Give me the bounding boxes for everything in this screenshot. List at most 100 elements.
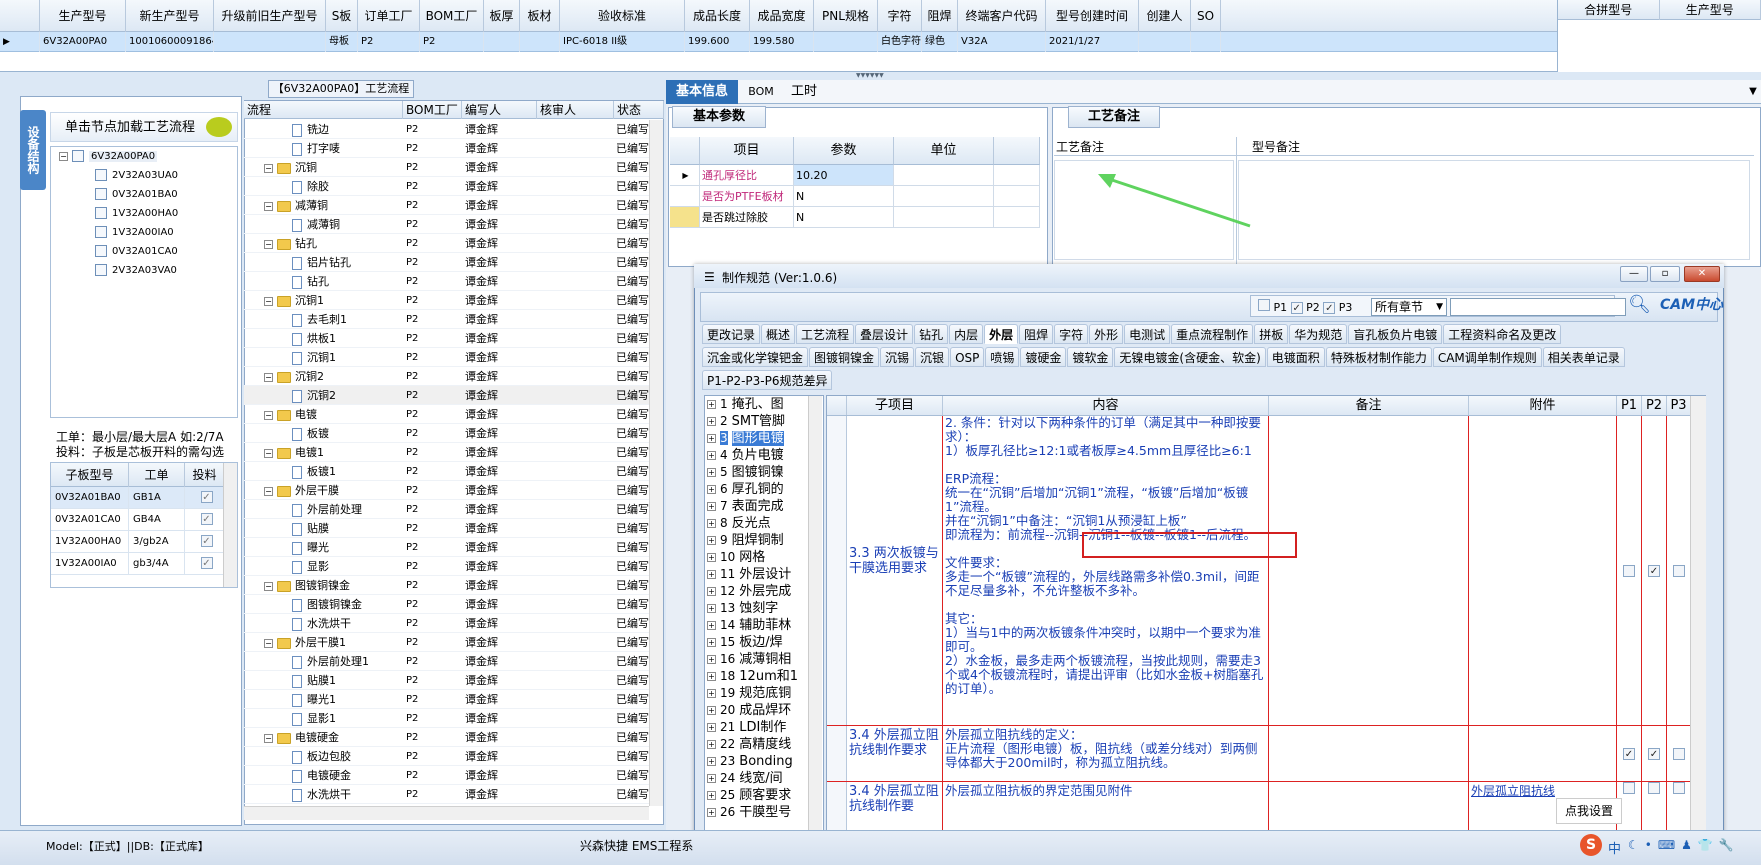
- status-cell[interactable]: 已编写: [614, 272, 649, 290]
- expand-icon[interactable]: +: [707, 808, 716, 817]
- chapter-item[interactable]: +16 减薄铜相: [705, 651, 823, 668]
- tree-node[interactable]: 0V32A01CA0: [51, 242, 237, 261]
- reviewer-cell[interactable]: [537, 538, 614, 556]
- category-tab[interactable]: 拼板: [1254, 324, 1289, 344]
- col-header[interactable]: 验收标准: [560, 0, 685, 32]
- reviewer-cell[interactable]: [537, 253, 614, 271]
- bom-factory-cell[interactable]: P2: [403, 481, 462, 499]
- chapter-item[interactable]: +26 干膜型号: [705, 804, 823, 821]
- writer-cell[interactable]: 谭金辉: [462, 196, 537, 214]
- chapter-item[interactable]: +25 顾客要求: [705, 787, 823, 804]
- process-name-cell[interactable]: 水洗烘干: [244, 785, 403, 803]
- writer-cell[interactable]: 谭金辉: [462, 120, 537, 138]
- bom-factory-cell[interactable]: P2: [403, 348, 462, 366]
- chapter-item[interactable]: +1 掩孔、图: [705, 396, 823, 413]
- bom-factory-cell[interactable]: P2: [403, 215, 462, 233]
- process-name-cell[interactable]: 板边包胶: [244, 747, 403, 765]
- reviewer-cell[interactable]: [537, 633, 614, 651]
- grid-cell[interactable]: 0V32A01CA0: [51, 508, 129, 531]
- grid-cell[interactable]: [520, 31, 560, 52]
- expand-icon[interactable]: +: [707, 536, 716, 545]
- content-cell[interactable]: 2. 条件：针对以下两种条件的订单（满足其中一种即按要求）： 1）板厚孔径比≥1…: [943, 416, 1269, 725]
- status-cell[interactable]: 已编写: [614, 728, 649, 746]
- tree-node[interactable]: 2V32A03UA0: [51, 166, 237, 185]
- process-name-cell[interactable]: 水洗烘干: [244, 614, 403, 632]
- collapse-icon[interactable]: −: [264, 638, 273, 648]
- writer-cell[interactable]: 谭金辉: [462, 367, 537, 385]
- expand-icon[interactable]: +: [707, 706, 716, 715]
- status-cell[interactable]: 已编写: [614, 253, 649, 271]
- grid-cell[interactable]: 白色字符: [878, 31, 922, 52]
- status-cell[interactable]: 已编写: [614, 785, 649, 803]
- col-header[interactable]: 核审人: [537, 100, 614, 119]
- process-row[interactable]: 除胶 P2 谭金辉 已编写: [244, 177, 649, 196]
- process-name-cell[interactable]: 曝光1: [244, 690, 403, 708]
- process-row[interactable]: 水洗烘干 P2 谭金辉 已编写: [244, 614, 649, 633]
- status-cell[interactable]: 已编写: [614, 690, 649, 708]
- col-header[interactable]: 板材: [520, 0, 560, 32]
- spec-row[interactable]: 3.4 外层孤立阻抗线制作要求 外层孤立阻抗线的定义： 正片流程（图形电镀）板，阻…: [827, 726, 1705, 782]
- ime-logo-icon[interactable]: S: [1580, 834, 1602, 856]
- collapse-icon[interactable]: −: [264, 448, 273, 458]
- status-cell[interactable]: 已编写: [614, 177, 649, 195]
- p2-checkbox[interactable]: ✓: [1648, 564, 1660, 577]
- p3-checkbox[interactable]: [1672, 782, 1685, 794]
- tree-node[interactable]: 1V32A00HA0: [51, 204, 237, 223]
- category-tab[interactable]: 外层: [984, 324, 1019, 344]
- table-row[interactable]: 是否为PTFE板材 N: [670, 186, 1046, 207]
- col-header[interactable]: 升级前旧生产型号: [214, 0, 326, 32]
- col-header[interactable]: 单位: [894, 137, 994, 165]
- search-icon[interactable]: 🔍︎: [1628, 294, 1651, 318]
- writer-cell[interactable]: 谭金辉: [462, 462, 537, 480]
- col-header[interactable]: BOM工厂: [403, 100, 462, 119]
- flag-cell[interactable]: [1667, 416, 1691, 725]
- status-cell[interactable]: 已编写: [614, 310, 649, 328]
- writer-cell[interactable]: 谭金辉: [462, 633, 537, 651]
- expand-icon[interactable]: +: [707, 672, 716, 681]
- status-cell[interactable]: 已编写: [614, 234, 649, 252]
- writer-cell[interactable]: 谭金辉: [462, 576, 537, 594]
- chapter-item[interactable]: +5 图镀铜镍: [705, 464, 823, 481]
- param-item[interactable]: 是否跳过除胶: [700, 207, 794, 228]
- reviewer-cell[interactable]: [537, 519, 614, 537]
- close-button[interactable]: ✕: [1684, 266, 1720, 282]
- model-notes-input[interactable]: [1238, 160, 1750, 260]
- row-indicator[interactable]: [827, 726, 847, 781]
- tree-root[interactable]: − 6V32A00PA0: [51, 147, 237, 166]
- process-row[interactable]: 贴膜 P2 谭金辉 已编写: [244, 519, 649, 538]
- reviewer-cell[interactable]: [537, 614, 614, 632]
- expand-icon[interactable]: +: [707, 604, 716, 613]
- filter-p1-checkbox[interactable]: [1258, 299, 1270, 311]
- expand-icon[interactable]: +: [707, 417, 716, 426]
- vertical-scrollbar[interactable]: [649, 120, 663, 806]
- filter-p3-checkbox[interactable]: ✓: [1323, 302, 1336, 314]
- p3-checkbox[interactable]: [1672, 564, 1685, 577]
- category-tab[interactable]: 叠层设计: [855, 324, 914, 344]
- chapter-item[interactable]: +12 外层完成: [705, 583, 823, 600]
- bom-factory-cell[interactable]: P2: [403, 310, 462, 328]
- col-header[interactable]: 附件: [1469, 396, 1617, 415]
- grid-cell[interactable]: 0V32A01BA0: [51, 486, 129, 509]
- process-name-cell[interactable]: − 减薄铜: [244, 196, 403, 214]
- category-tab[interactable]: 工程资料命名及更改: [1443, 324, 1562, 344]
- collapse-icon[interactable]: −: [264, 372, 273, 382]
- process-row[interactable]: − 电镀1 P2 谭金辉 已编写: [244, 443, 649, 462]
- collapse-icon[interactable]: −: [264, 581, 273, 591]
- process-name-cell[interactable]: − 沉铜1: [244, 291, 403, 309]
- writer-cell[interactable]: 谭金辉: [462, 310, 537, 328]
- process-row[interactable]: 外层前处理1 P2 谭金辉 已编写: [244, 652, 649, 671]
- col-header[interactable]: 新生产型号: [126, 0, 214, 32]
- order-row[interactable]: ▶ 6V32A00PA0 10010600091864 母板 P2 P2 IPC…: [0, 31, 1557, 52]
- reviewer-cell[interactable]: [537, 557, 614, 575]
- process-name-cell[interactable]: − 外层干膜: [244, 481, 403, 499]
- process-row[interactable]: 钻孔 P2 谭金辉 已编写: [244, 272, 649, 291]
- process-name-cell[interactable]: 去毛刺1: [244, 310, 403, 328]
- category-tab[interactable]: 镀软金: [1067, 347, 1114, 367]
- process-name-cell[interactable]: − 电镀: [244, 405, 403, 423]
- reviewer-cell[interactable]: [537, 386, 614, 404]
- writer-cell[interactable]: 谭金辉: [462, 424, 537, 442]
- dropdown-arrow-icon[interactable]: ▼: [1746, 80, 1760, 104]
- process-name-cell[interactable]: 显影1: [244, 709, 403, 727]
- writer-cell[interactable]: 谭金辉: [462, 443, 537, 461]
- flag-cell[interactable]: ✓: [1642, 726, 1667, 781]
